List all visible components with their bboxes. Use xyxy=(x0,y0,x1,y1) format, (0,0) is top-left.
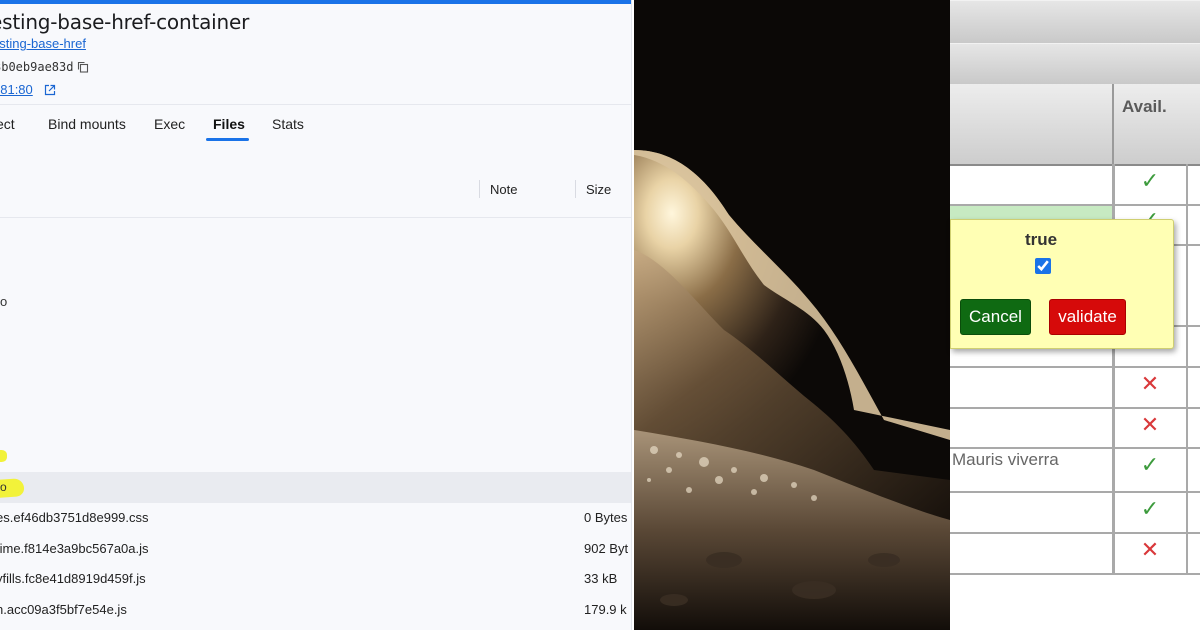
validate-button[interactable]: validate xyxy=(1049,299,1126,335)
highlight-mark xyxy=(0,450,7,462)
table-row[interactable]: yfills.fc8e41d8919d459f.js 33 kB xyxy=(0,564,631,594)
file-name-fragment[interactable]: o xyxy=(0,480,7,494)
column-header-note[interactable]: Note xyxy=(490,182,517,197)
check-icon[interactable]: ✓ xyxy=(1113,168,1187,194)
value-checkbox[interactable] xyxy=(1035,258,1051,274)
column-separator xyxy=(479,180,480,198)
tab-files[interactable]: Files xyxy=(213,116,245,132)
file-name: es.ef46db3751d8e999.css xyxy=(0,510,149,525)
grid-row-line xyxy=(950,491,1200,493)
file-name: n.acc09a3f5bf7e54e.js xyxy=(0,602,127,617)
image-link[interactable]: esting-base-href xyxy=(0,36,86,51)
column-header-size[interactable]: Size xyxy=(586,182,611,197)
popup-value-label: true xyxy=(1025,230,1058,249)
grid-row-line xyxy=(950,447,1200,449)
cross-icon[interactable]: ✕ xyxy=(1113,371,1187,397)
file-size: 33 kB xyxy=(584,571,618,586)
table-row[interactable]: n.acc09a3f5bf7e54e.js 179.9 k xyxy=(0,595,631,625)
grid-row-line xyxy=(950,366,1200,368)
file-size: 0 Bytes xyxy=(584,510,628,525)
table-row[interactable]: time.f814e3a9bc567a0a.js 902 Byt xyxy=(0,534,631,564)
tab-stats[interactable]: Stats xyxy=(272,116,304,132)
cave-illustration xyxy=(634,0,950,630)
top-accent-bar xyxy=(0,0,631,4)
container-id: 3b0eb9ae83d xyxy=(0,60,74,74)
table-row[interactable]: es.ef46db3751d8e999.css 0 Bytes xyxy=(0,503,631,533)
tab-exec[interactable]: Exec xyxy=(154,116,185,132)
table-header-divider xyxy=(0,217,631,218)
container-title: esting-base-href-container xyxy=(0,10,250,34)
grid-cell-text[interactable]: Mauris viverra xyxy=(952,450,1059,470)
highlighted-row xyxy=(950,205,1112,219)
file-size: 902 Byt xyxy=(584,541,629,556)
inline-edit-popup: true Cancel validate xyxy=(950,219,1174,349)
file-name: time.f814e3a9bc567a0a.js xyxy=(0,541,149,556)
toolbar-bar xyxy=(950,0,1200,44)
header-column-separator xyxy=(1112,84,1114,164)
check-icon[interactable]: ✓ xyxy=(1113,452,1187,478)
cave-photo xyxy=(634,0,950,630)
active-tab-indicator xyxy=(206,138,249,141)
grid-row-line xyxy=(950,204,1200,206)
grid-row-line xyxy=(950,407,1200,409)
tab-bind-mounts[interactable]: Bind mounts xyxy=(48,116,126,132)
column-separator xyxy=(575,180,576,198)
file-name-fragment[interactable]: o xyxy=(0,294,7,309)
check-icon[interactable]: ✓ xyxy=(1113,496,1187,522)
grid-row-line xyxy=(950,573,1200,575)
copy-icon[interactable] xyxy=(77,61,89,73)
file-name: yfills.fc8e41d8919d459f.js xyxy=(0,571,146,586)
toolbar-bar xyxy=(950,43,1200,85)
tab-inspect[interactable]: ect xyxy=(0,116,15,132)
cancel-button[interactable]: Cancel xyxy=(960,299,1031,335)
file-size: 179.9 k xyxy=(584,602,627,617)
column-header-avail[interactable]: Avail. xyxy=(1122,97,1167,117)
table-row-selected[interactable] xyxy=(0,472,631,503)
external-link-icon[interactable] xyxy=(44,84,56,96)
grid-row-line xyxy=(950,532,1200,534)
cross-icon[interactable]: ✕ xyxy=(1113,537,1187,563)
tab-bar: ect Bind mounts Exec Files Stats xyxy=(0,104,631,144)
container-files-panel: esting-base-href-container esting-base-h… xyxy=(0,0,632,630)
port-link[interactable]: 081:80 xyxy=(0,82,33,97)
cross-icon[interactable]: ✕ xyxy=(1113,412,1187,438)
